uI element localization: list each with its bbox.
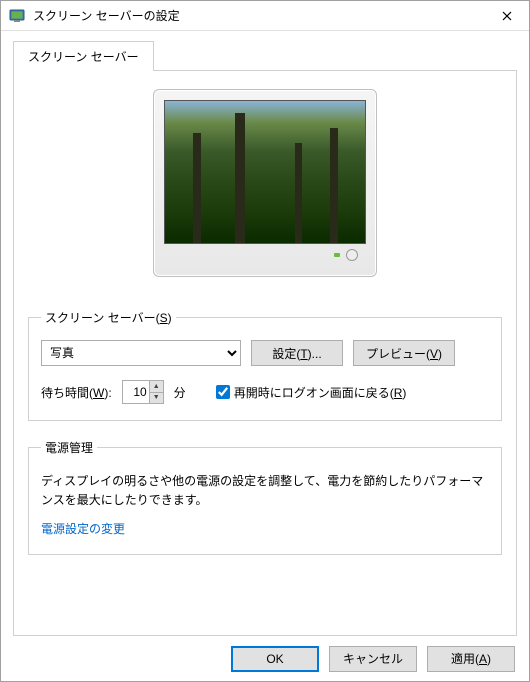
window-title: スクリーン セーバーの設定 bbox=[33, 7, 484, 24]
resume-checkbox-label[interactable]: 再開時にログオン画面に戻る(R) bbox=[216, 384, 407, 401]
dialog-footer: OK キャンセル 適用(A) bbox=[1, 636, 529, 681]
power-led-icon bbox=[334, 253, 340, 257]
power-legend: 電源管理 bbox=[41, 439, 97, 456]
screensaver-select[interactable]: 写真 bbox=[41, 340, 241, 366]
power-group: 電源管理 ディスプレイの明るさや他の電源の設定を調整して、電力を節約したりパフォ… bbox=[28, 439, 502, 555]
monitor-frame bbox=[153, 89, 377, 277]
settings-button[interactable]: 設定(T)... bbox=[251, 340, 343, 366]
preview-area bbox=[28, 89, 502, 277]
titlebar: スクリーン セーバーの設定 bbox=[1, 1, 529, 31]
content-area: スクリーン セーバー スクリーン セー bbox=[1, 31, 529, 636]
monitor-bezel-bar bbox=[164, 244, 366, 266]
spinner-up-button[interactable]: ▲ bbox=[150, 381, 163, 393]
wait-label: 待ち時間(W): bbox=[41, 384, 112, 401]
wait-unit: 分 bbox=[174, 384, 186, 401]
tab-screensaver[interactable]: スクリーン セーバー bbox=[13, 41, 154, 71]
wait-spinner[interactable]: ▲ ▼ bbox=[122, 380, 164, 404]
screensaver-legend: スクリーン セーバー(S) bbox=[41, 309, 176, 326]
preview-button[interactable]: プレビュー(V) bbox=[353, 340, 455, 366]
spinner-down-button[interactable]: ▼ bbox=[150, 393, 163, 404]
apply-button[interactable]: 適用(A) bbox=[427, 646, 515, 672]
wait-input[interactable] bbox=[123, 381, 149, 403]
close-button[interactable] bbox=[484, 2, 529, 30]
ok-button[interactable]: OK bbox=[231, 646, 319, 672]
resume-checkbox[interactable] bbox=[216, 385, 230, 399]
tab-body: スクリーン セーバー(S) 写真 設定(T)... プレビュー(V) 待ち時間(… bbox=[13, 71, 517, 636]
change-power-settings-link[interactable]: 電源設定の変更 bbox=[41, 522, 125, 536]
power-description: ディスプレイの明るさや他の電源の設定を調整して、電力を節約したりパフォーマンスを… bbox=[41, 472, 489, 510]
close-icon bbox=[502, 11, 512, 21]
screensaver-group: スクリーン セーバー(S) 写真 設定(T)... プレビュー(V) 待ち時間(… bbox=[28, 309, 502, 421]
screensaver-settings-window: スクリーン セーバーの設定 スクリーン セーバー bbox=[0, 0, 530, 682]
app-icon bbox=[9, 8, 25, 24]
monitor-screen-preview bbox=[164, 100, 366, 244]
cancel-button[interactable]: キャンセル bbox=[329, 646, 417, 672]
tab-strip: スクリーン セーバー bbox=[13, 41, 517, 71]
power-button-icon bbox=[346, 249, 358, 261]
